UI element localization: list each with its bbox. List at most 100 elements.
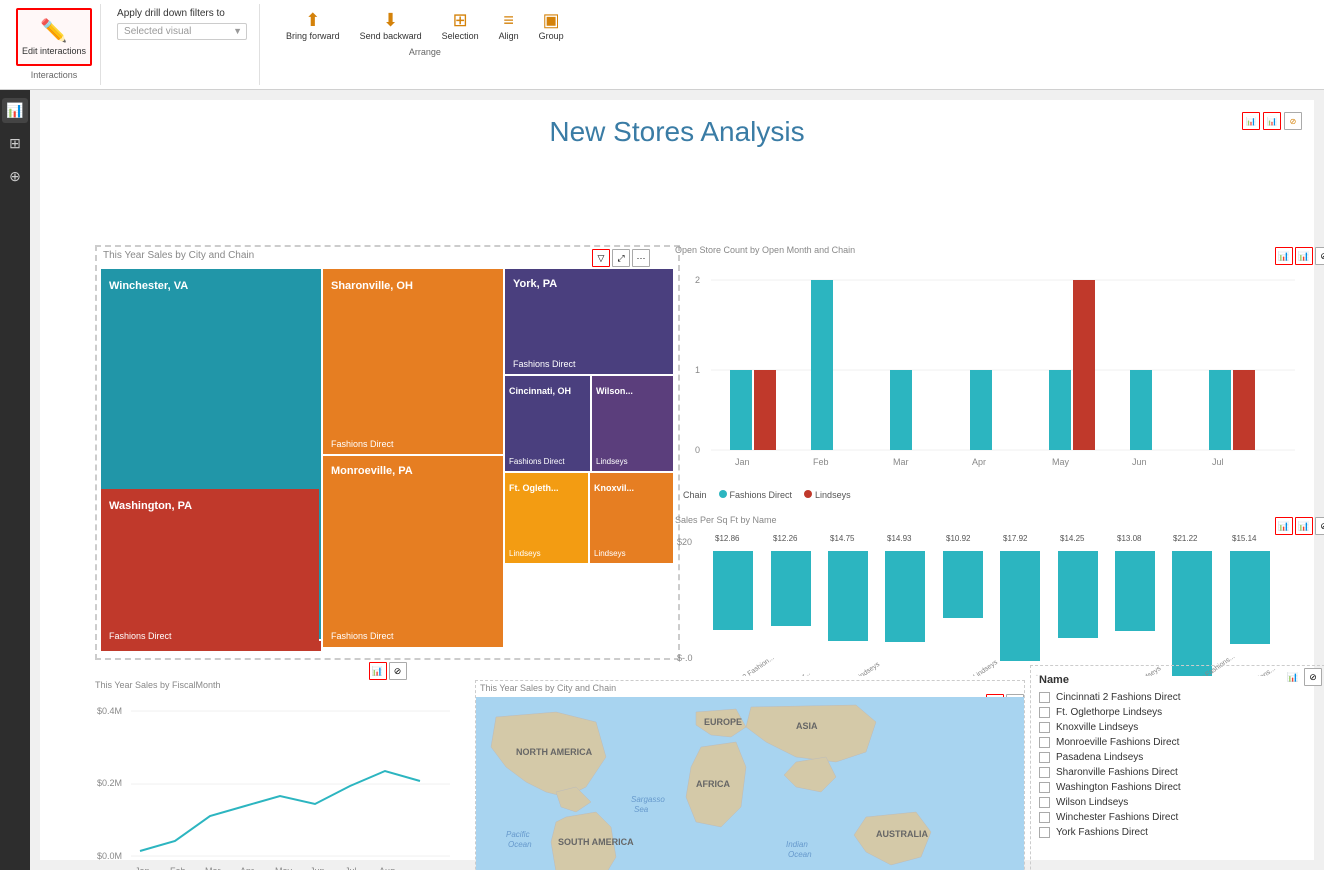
treemap-chain-knoxville: Lindseys bbox=[594, 549, 626, 558]
top-chart-icon-1[interactable]: 📊 bbox=[1242, 112, 1260, 130]
align-button[interactable]: ≡ Align bbox=[493, 8, 525, 43]
bar-may-fashions[interactable] bbox=[1049, 370, 1071, 450]
legend-cancel-btn[interactable]: ⊘ bbox=[1304, 668, 1322, 686]
align-label: Align bbox=[499, 31, 519, 41]
legend-checkbox-10[interactable] bbox=[1039, 827, 1050, 838]
sqft-bar-7[interactable] bbox=[1058, 551, 1098, 638]
selection-button[interactable]: ⊞ Selection bbox=[436, 8, 485, 43]
legend-checkbox-7[interactable] bbox=[1039, 782, 1050, 793]
y-label-1: 1 bbox=[695, 365, 700, 375]
top-chart-cancel-icon[interactable]: ⊘ bbox=[1284, 112, 1302, 130]
bar-jul-fashions[interactable] bbox=[1209, 370, 1231, 450]
map-visual: This Year Sales by City and Chain 📊 ⊘ bbox=[475, 680, 1025, 870]
treemap-cell-sharonville[interactable] bbox=[323, 269, 503, 454]
top-chart-icon-2[interactable]: 📊 bbox=[1263, 112, 1281, 130]
sqft-bar-1[interactable] bbox=[713, 551, 753, 630]
legend-checkbox-4[interactable] bbox=[1039, 737, 1050, 748]
chain-fashions-direct-indicator: Fashions Direct bbox=[719, 490, 793, 500]
sqft-bar-3[interactable] bbox=[828, 551, 868, 641]
sqft-bar-8[interactable] bbox=[1115, 551, 1155, 631]
sidebar-bar-chart-icon[interactable]: 📊 bbox=[2, 98, 27, 123]
indian-ocean-label2: Ocean bbox=[788, 850, 812, 859]
sqft-x-5: Pasadena Lindseys bbox=[945, 659, 999, 676]
legend-label-4: Monroeville Fashions Direct bbox=[1056, 737, 1179, 748]
page-title: New Stores Analysis bbox=[40, 100, 1314, 156]
legend-checkbox-6[interactable] bbox=[1039, 767, 1050, 778]
sqft-bar-9[interactable] bbox=[1172, 551, 1212, 676]
legend-label-7: Washington Fashions Direct bbox=[1056, 782, 1181, 793]
sqft-bar-10[interactable] bbox=[1230, 551, 1270, 644]
sqft-bar-6[interactable] bbox=[1000, 551, 1040, 661]
legend-item-4[interactable]: Monroeville Fashions Direct bbox=[1039, 735, 1316, 750]
open-store-chart-btn-1[interactable]: 📊 bbox=[1275, 247, 1293, 265]
main-area: New Stores Analysis 📊 📊 ⊘ This Year Sale… bbox=[30, 90, 1324, 870]
selected-visual-dropdown[interactable]: Selected visual ▼ bbox=[117, 23, 247, 40]
legend-chart-btn[interactable]: 📊 bbox=[1284, 668, 1302, 686]
edit-interactions-button[interactable]: ✏️ Edit interactions bbox=[16, 8, 92, 66]
legend-checkbox-3[interactable] bbox=[1039, 722, 1050, 733]
sidebar-table-icon[interactable]: ⊞ bbox=[5, 131, 25, 156]
bar-jun-fashions[interactable] bbox=[1130, 370, 1152, 450]
legend-checkbox-8[interactable] bbox=[1039, 797, 1050, 808]
sidebar-layers-icon[interactable]: ⊕ bbox=[5, 164, 25, 189]
sqft-chart-btn-1[interactable]: 📊 bbox=[1275, 517, 1293, 535]
x-label-jul: Jul bbox=[1212, 457, 1224, 467]
open-store-cancel-btn[interactable]: ⊘ bbox=[1315, 247, 1324, 265]
line-x-jun: Jun bbox=[310, 866, 325, 870]
group-button[interactable]: ▣ Group bbox=[533, 8, 570, 43]
treemap-cell-washington-large[interactable] bbox=[101, 489, 319, 647]
north-america-continent-label: NORTH AMERICA bbox=[516, 747, 593, 757]
chain-legend-label: Chain bbox=[683, 490, 707, 500]
treemap-chain-sharonville: Fashions Direct bbox=[331, 439, 394, 449]
sqft-y-bottom: $-.0 bbox=[677, 653, 693, 663]
bar-jan-fashions[interactable] bbox=[730, 370, 752, 450]
legend-item-3[interactable]: Knoxville Lindseys bbox=[1039, 720, 1316, 735]
bar-apr-fashions[interactable] bbox=[970, 370, 992, 450]
treemap-label-ftoglethorpe: Ft. Ogleth... bbox=[509, 483, 559, 493]
line-x-aug: Aug bbox=[379, 866, 395, 870]
asia-continent-label: ASIA bbox=[796, 721, 818, 731]
legend-item-6[interactable]: Sharonville Fashions Direct bbox=[1039, 765, 1316, 780]
sqft-chart-btn-2[interactable]: 📊 bbox=[1295, 517, 1313, 535]
sqft-chart-title: Sales Per Sq Ft by Name bbox=[675, 515, 1324, 525]
legend-item-1[interactable]: Cincinnati 2 Fashions Direct bbox=[1039, 690, 1316, 705]
bar-may-lindseys[interactable] bbox=[1073, 280, 1095, 450]
legend-item-7[interactable]: Washington Fashions Direct bbox=[1039, 780, 1316, 795]
treemap-expand-icon[interactable]: ⤢ bbox=[612, 249, 630, 267]
sqft-bar-4[interactable] bbox=[885, 551, 925, 642]
bar-feb-fashions[interactable] bbox=[811, 280, 833, 450]
legend-checkbox-9[interactable] bbox=[1039, 812, 1050, 823]
bring-forward-button[interactable]: ⬆ Bring forward bbox=[280, 8, 346, 43]
treemap-bottom-chart-btn[interactable]: 📊 bbox=[369, 662, 387, 680]
treemap-more-icon[interactable]: ··· bbox=[632, 249, 650, 267]
legend-item-2[interactable]: Ft. Oglethorpe Lindseys bbox=[1039, 705, 1316, 720]
bring-forward-label: Bring forward bbox=[286, 31, 340, 41]
legend-checkbox-5[interactable] bbox=[1039, 752, 1050, 763]
sqft-val-9: $21.22 bbox=[1173, 534, 1198, 543]
legend-item-5[interactable]: Pasadena Lindseys bbox=[1039, 750, 1316, 765]
treemap-filter-icon[interactable]: ▽ bbox=[592, 249, 610, 267]
treemap-chain-york: Fashions Direct bbox=[513, 359, 576, 369]
treemap-bottom-cancel-btn[interactable]: ⊘ bbox=[389, 662, 407, 680]
bar-jan-lindseys[interactable] bbox=[754, 370, 776, 450]
treemap-cell-monroeville[interactable] bbox=[323, 456, 503, 647]
sqft-val-7: $14.25 bbox=[1060, 534, 1085, 543]
group-label: Group bbox=[539, 31, 564, 41]
sqft-y-top: $20 bbox=[677, 537, 692, 547]
legend-item-9[interactable]: Winchester Fashions Direct bbox=[1039, 810, 1316, 825]
india-shape bbox=[784, 757, 836, 792]
legend-checkbox-1[interactable] bbox=[1039, 692, 1050, 703]
legend-item-8[interactable]: Wilson Lindseys bbox=[1039, 795, 1316, 810]
open-store-chart-btn-2[interactable]: 📊 bbox=[1295, 247, 1313, 265]
edit-interactions-icon: ✏️ bbox=[40, 18, 67, 44]
sqft-cancel-btn[interactable]: ⊘ bbox=[1315, 517, 1324, 535]
send-backward-button[interactable]: ⬇ Send backward bbox=[354, 8, 428, 43]
sqft-bar-5[interactable] bbox=[943, 551, 983, 618]
legend-item-10[interactable]: York Fashions Direct bbox=[1039, 825, 1316, 840]
sqft-bar-2[interactable] bbox=[771, 551, 811, 626]
bar-mar-fashions[interactable] bbox=[890, 370, 912, 450]
arrange-group: ⬆ Bring forward ⬇ Send backward ⊞ Select… bbox=[264, 4, 586, 85]
legend-checkbox-2[interactable] bbox=[1039, 707, 1050, 718]
treemap-label-cincinnati: Cincinnati, OH bbox=[509, 386, 571, 396]
bar-jul-lindseys[interactable] bbox=[1233, 370, 1255, 450]
